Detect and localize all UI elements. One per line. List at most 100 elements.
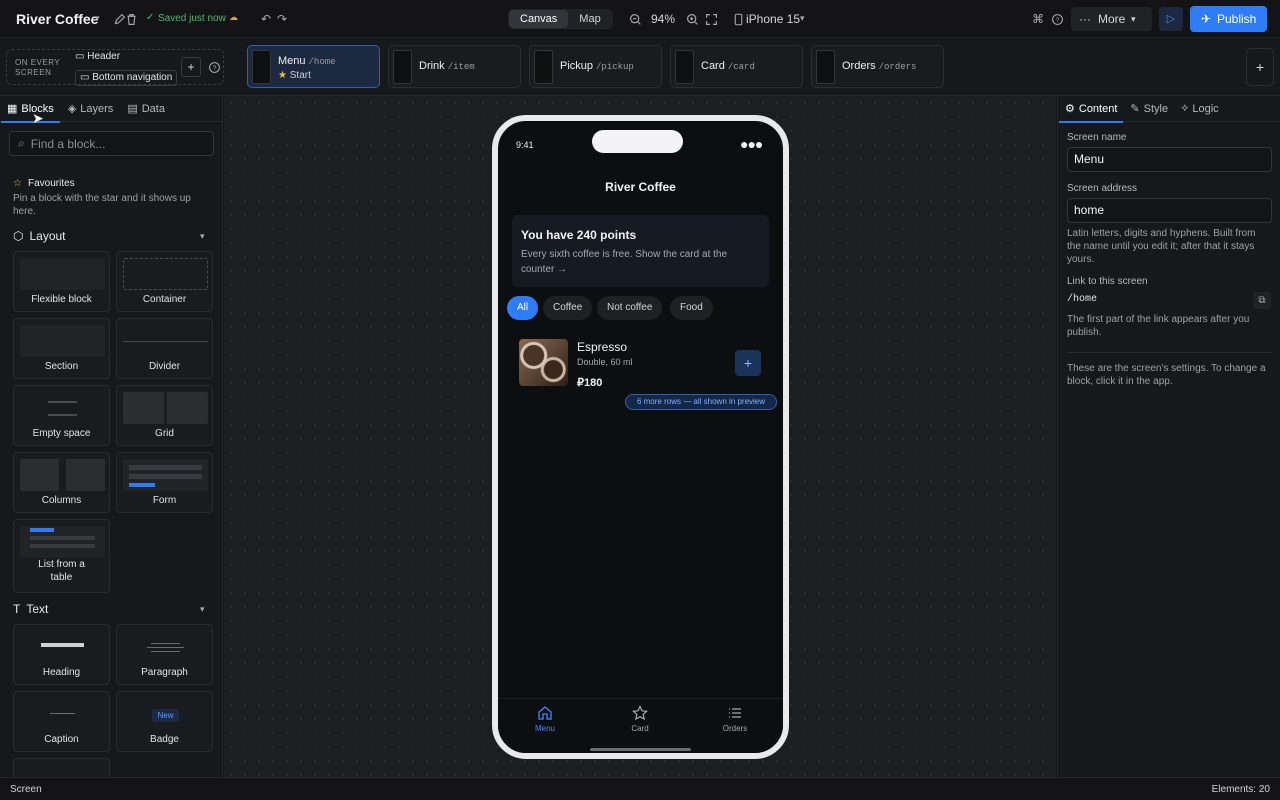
divider — [1067, 352, 1272, 353]
block-flexible[interactable]: Flexible block — [13, 251, 110, 312]
item-price: ₽180 — [577, 377, 603, 389]
check-icon: ✓ — [146, 12, 155, 23]
view-map[interactable]: Map — [568, 10, 611, 28]
help-icon[interactable]: ? — [1048, 10, 1066, 28]
block-paragraph[interactable]: Paragraph — [116, 624, 213, 685]
chevron-down-icon[interactable]: ▾ — [200, 231, 205, 242]
phone-icon[interactable] — [729, 10, 747, 28]
rocket-icon: ✈ — [1201, 12, 1212, 26]
zoom-in-icon[interactable] — [683, 10, 701, 28]
tab-style[interactable]: ✎ Style — [1130, 96, 1168, 122]
text-section-header[interactable]: T Text — [13, 602, 48, 616]
every-screen-group: ON EVERY SCREEN ▭ Header ▭ Bottom navigat… — [6, 49, 224, 86]
block-columns[interactable]: Columns — [13, 452, 110, 513]
command-icon[interactable]: ⌘ — [1029, 10, 1047, 28]
block-empty-space[interactable]: Empty space — [13, 385, 110, 446]
cube-icon: ⬡ — [13, 229, 24, 243]
tab-blocks[interactable]: ▦ Blocks — [1, 96, 60, 123]
tab-data[interactable]: ▤ Data — [127, 96, 165, 122]
home-icon — [538, 706, 552, 720]
add-global-button[interactable]: + — [181, 57, 201, 77]
block-search-input[interactable]: ⌕ Find a block... — [9, 131, 214, 156]
chip-coffee[interactable]: Coffee — [543, 296, 593, 320]
block-list-from-table[interactable]: List from a table — [13, 519, 110, 593]
app-name[interactable]: River Coffee — [16, 11, 98, 27]
chip-not-coffee[interactable]: Not coffee — [597, 296, 663, 320]
screen-thumbnail — [816, 50, 835, 84]
nav-card[interactable]: Card — [613, 705, 667, 733]
menu-item-row[interactable]: Espresso Double, 60 ml ₽180 + — [498, 331, 783, 391]
chip-all[interactable]: All — [507, 296, 539, 320]
more-button[interactable]: ··· More ▾ — [1071, 7, 1152, 31]
screen-card-menu[interactable]: Menu/home ★ Start — [247, 45, 380, 88]
screen-card-drink[interactable]: Drink/item — [388, 45, 521, 88]
block-heading[interactable]: Heading — [13, 624, 110, 685]
search-icon: ⌕ — [18, 136, 25, 150]
zoom-level: 94% — [651, 12, 676, 26]
screen-card-card[interactable]: Card/card — [670, 45, 803, 88]
trash-icon[interactable] — [122, 10, 140, 28]
block-form[interactable]: Form — [116, 452, 213, 513]
more-rows-badge: 6 more rows — all shown in preview — [625, 394, 777, 410]
add-to-cart-button[interactable]: + — [735, 350, 761, 376]
layout-section-header[interactable]: ⬡ Layout — [13, 229, 66, 243]
address-hint: Latin letters, digits and hyphens. Built… — [1067, 228, 1256, 265]
favourites-hint: Pin a block with the star and it shows u… — [13, 193, 191, 217]
preview-button[interactable]: ▷ — [1159, 7, 1183, 31]
block-more[interactable] — [13, 758, 110, 777]
cloud-icon: ☁ — [229, 12, 238, 22]
redo-icon[interactable]: ↷ — [273, 10, 291, 28]
tab-logic[interactable]: ⟡ Logic — [1181, 96, 1219, 122]
help-icon[interactable]: ? — [205, 58, 223, 76]
screen-thumbnail — [252, 50, 271, 84]
link-label: Link to this screen — [1067, 276, 1148, 287]
chip-food[interactable]: Food — [670, 296, 713, 320]
global-bottom-nav-chip[interactable]: ▭ Bottom navigation — [75, 70, 178, 86]
block-section[interactable]: Section — [13, 318, 110, 379]
header-icon: ▭ — [75, 51, 85, 62]
zoom-out-icon[interactable] — [626, 10, 644, 28]
screen-card-orders[interactable]: Orders/orders — [811, 45, 944, 88]
nav-orders[interactable]: Orders — [708, 705, 762, 733]
fit-screen-icon[interactable] — [702, 10, 720, 28]
copy-icon[interactable]: ⧉ — [1253, 292, 1271, 309]
screen-address-label: Screen address — [1067, 183, 1138, 194]
star-icon: ☆ — [13, 178, 22, 189]
publish-button[interactable]: ✈ Publish — [1190, 6, 1267, 32]
top-bar: River Coffee ▾ ✓ Saved just now ☁ ↶ ↷ Ca… — [0, 0, 1280, 38]
add-screen-button[interactable]: + — [1246, 48, 1274, 86]
phone-preview[interactable]: 9:41 ●●● River Coffee You have 240 point… — [492, 115, 789, 759]
block-badge[interactable]: New Badge — [116, 691, 213, 752]
save-status: Saved just now — [158, 13, 226, 24]
element-count: Elements: 20 — [1211, 784, 1270, 795]
every-screen-label: ON EVERY SCREEN — [15, 58, 61, 77]
chevron-down-icon[interactable]: ▾ — [800, 13, 805, 24]
view-canvas[interactable]: Canvas — [509, 10, 569, 28]
screen-link: /home — [1067, 294, 1098, 305]
block-divider[interactable]: Divider — [116, 318, 213, 379]
star-icon — [632, 705, 648, 721]
global-header-chip[interactable]: ▭ Header — [75, 51, 120, 62]
block-container[interactable]: Container — [116, 251, 213, 312]
screen-thumbnail — [534, 50, 553, 84]
block-caption[interactable]: Caption — [13, 691, 110, 752]
link-hint: The first part of the link appears after… — [1067, 314, 1250, 338]
tab-content[interactable]: ⚙ Content — [1058, 96, 1124, 123]
points-card[interactable]: You have 240 points Every sixth coffee i… — [512, 215, 769, 287]
nav-icon: ▭ — [80, 72, 90, 83]
start-badge: ★ Start — [278, 70, 311, 81]
nav-menu[interactable]: Menu — [518, 705, 572, 733]
tab-layers[interactable]: ◈ Layers — [68, 96, 114, 122]
blocks-panel: ▦ Blocks ◈ Layers ▤ Data ⌕ Find a block... … — [0, 96, 223, 777]
item-description: Double, 60 ml — [577, 357, 633, 367]
blocks-icon: ▦ — [7, 103, 18, 115]
more-icon: ··· — [1079, 12, 1091, 26]
screen-card-pickup[interactable]: Pickup/pickup — [529, 45, 662, 88]
chevron-down-icon[interactable]: ▾ — [200, 604, 205, 615]
screen-address-input[interactable]: home — [1067, 198, 1272, 223]
screen-name-input[interactable]: Menu — [1067, 147, 1272, 172]
device-select[interactable]: iPhone 15 — [746, 12, 800, 26]
chevron-down-icon[interactable]: ▾ — [95, 13, 100, 24]
block-grid[interactable]: Grid — [116, 385, 213, 446]
text-icon: T — [13, 602, 21, 616]
